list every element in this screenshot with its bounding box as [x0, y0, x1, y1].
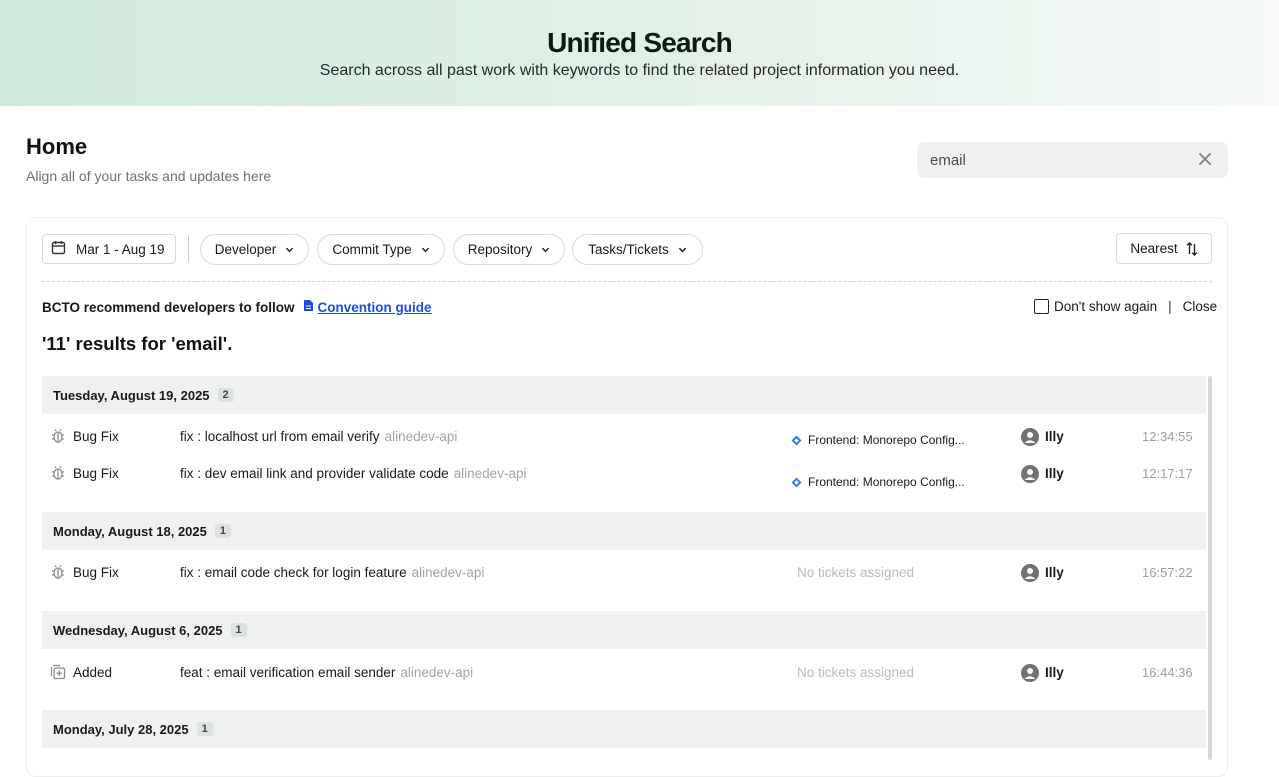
repo-name: alinedev-api [384, 429, 458, 444]
commit-message[interactable]: fix : email code check for login feature… [180, 563, 484, 583]
commit-type: Added [73, 665, 113, 680]
group-count-badge: 1 [214, 524, 231, 538]
dont-show-label[interactable]: Don't show again [1054, 299, 1157, 314]
tasks-tickets-filter[interactable]: Tasks/Tickets [572, 234, 703, 265]
avatar-icon [1021, 664, 1039, 682]
banner-title: Unified Search [547, 27, 733, 58]
commit-type: Bug Fix [73, 466, 119, 481]
commit-time: 12:17:17 [1142, 466, 1193, 481]
diamond-icon [791, 435, 802, 445]
date-group-header: Wednesday, August 6, 2025 1 [42, 611, 1206, 649]
date-range-label: Mar 1 - Aug 19 [76, 241, 165, 257]
commit-message-text: fix : localhost url from email verify [180, 429, 380, 444]
close-icon[interactable] [1196, 150, 1214, 168]
developer-filter-label: Developer [214, 242, 277, 257]
commit-time: 12:34:55 [1142, 429, 1193, 444]
user: Illy [1021, 563, 1064, 583]
results-scrollbar[interactable] [1208, 376, 1212, 760]
table-row[interactable]: Bug Fix fix : localhost url from email v… [42, 427, 1206, 457]
ticket-label: Frontend: Monorepo Config... [808, 433, 965, 447]
ticket-link[interactable]: Frontend: Monorepo Config... [791, 472, 965, 492]
commit-type-filter[interactable]: Commit Type [317, 234, 445, 265]
close-notice-button[interactable]: Close [1183, 299, 1218, 314]
user: Illy [1021, 663, 1064, 683]
table-row[interactable]: Bug Fix fix : email code check for login… [42, 563, 1206, 593]
page-subtitle: Align all of your tasks and updates here [26, 168, 272, 184]
table-row[interactable]: Bug Fix fix : dev email link and provide… [42, 464, 1206, 494]
convention-guide-link[interactable]: Convention guide [318, 300, 432, 315]
group-date: Monday, July 28, 2025 [53, 721, 189, 737]
sort-button[interactable]: Nearest [1116, 233, 1212, 264]
search-input[interactable] [917, 142, 1187, 178]
diamond-icon [791, 477, 802, 487]
add-file-icon [50, 664, 66, 680]
results-summary: '11' results for 'email'. [42, 333, 233, 354]
no-tickets-label: No tickets assigned [797, 665, 915, 680]
filter-divider [188, 236, 189, 262]
group-count-badge: 1 [230, 623, 247, 637]
user: Illy [1021, 464, 1064, 484]
convention-notice: BCTO recommend developers to follow Conv… [42, 299, 432, 315]
commit-type: Bug Fix [73, 565, 119, 580]
commit-message-text: fix : email code check for login feature [180, 565, 407, 580]
bug-icon [52, 565, 64, 579]
group-date: Monday, August 18, 2025 [53, 523, 207, 539]
chevron-down-icon [678, 247, 686, 253]
notice-text: BCTO recommend developers to follow [42, 299, 295, 315]
group-date: Wednesday, August 6, 2025 [53, 622, 223, 638]
repository-filter-label: Repository [467, 242, 533, 257]
developer-filter[interactable]: Developer [200, 234, 309, 265]
calendar-icon [51, 240, 66, 258]
repo-name: alinedev-api [411, 565, 485, 580]
ticket-label: Frontend: Monorepo Config... [808, 475, 965, 489]
commit-type: Bug Fix [73, 429, 119, 444]
user-name: Illy [1045, 565, 1064, 580]
banner-subtitle: Search across all past work with keyword… [319, 62, 960, 79]
date-group-header: Monday, July 28, 2025 1 [42, 710, 1206, 748]
page-title: Home [26, 134, 88, 159]
avatar-icon [1021, 564, 1039, 582]
chevron-down-icon [421, 247, 429, 253]
bug-icon [52, 466, 64, 480]
notice-controls: Don't show again | Close [1034, 299, 1217, 314]
user: Illy [1021, 427, 1064, 447]
commit-time: 16:44:36 [1142, 665, 1193, 680]
user-name: Illy [1045, 665, 1064, 680]
commit-message-text: fix : dev email link and provider valida… [180, 466, 449, 481]
no-tickets-label: No tickets assigned [797, 565, 915, 580]
notice-separator: | [1168, 299, 1172, 314]
search-box [917, 142, 1228, 178]
repository-filter[interactable]: Repository [453, 234, 565, 265]
table-row[interactable]: Added feat : email verification email se… [42, 663, 1206, 693]
group-date: Tuesday, August 19, 2025 [53, 387, 210, 403]
avatar-icon [1021, 465, 1039, 483]
date-group-header: Monday, August 18, 2025 1 [42, 512, 1206, 550]
commit-type-filter-label: Commit Type [332, 242, 412, 257]
date-range-button[interactable]: Mar 1 - Aug 19 [42, 234, 176, 264]
chevron-down-icon [542, 247, 550, 253]
user-name: Illy [1045, 466, 1064, 481]
tasks-tickets-filter-label: Tasks/Tickets [588, 242, 669, 257]
group-count-badge: 1 [196, 722, 213, 736]
group-count-badge: 2 [217, 388, 234, 402]
commit-time: 16:57:22 [1142, 565, 1193, 580]
commit-message-text: feat : email verification email sender [180, 665, 396, 680]
date-group-header: Tuesday, August 19, 2025 2 [42, 376, 1206, 414]
commit-message[interactable]: fix : localhost url from email verify ali… [180, 427, 457, 447]
repo-name: alinedev-api [400, 665, 474, 680]
sort-arrows-icon [1186, 241, 1197, 256]
bug-icon [52, 429, 64, 443]
document-icon [303, 299, 314, 315]
user-name: Illy [1045, 429, 1064, 444]
dont-show-checkbox[interactable] [1034, 299, 1049, 314]
repo-name: alinedev-api [453, 466, 527, 481]
chevron-down-icon [286, 247, 294, 253]
ticket-link[interactable]: Frontend: Monorepo Config... [791, 430, 965, 450]
avatar-icon [1021, 428, 1039, 446]
commit-message[interactable]: feat : email verification email sender al… [180, 663, 473, 683]
unified-search-banner: Unified Search Search across all past wo… [0, 0, 1279, 106]
filter-separator [42, 281, 1212, 282]
sort-label: Nearest [1130, 241, 1178, 256]
commit-message[interactable]: fix : dev email link and provider valida… [180, 464, 526, 484]
